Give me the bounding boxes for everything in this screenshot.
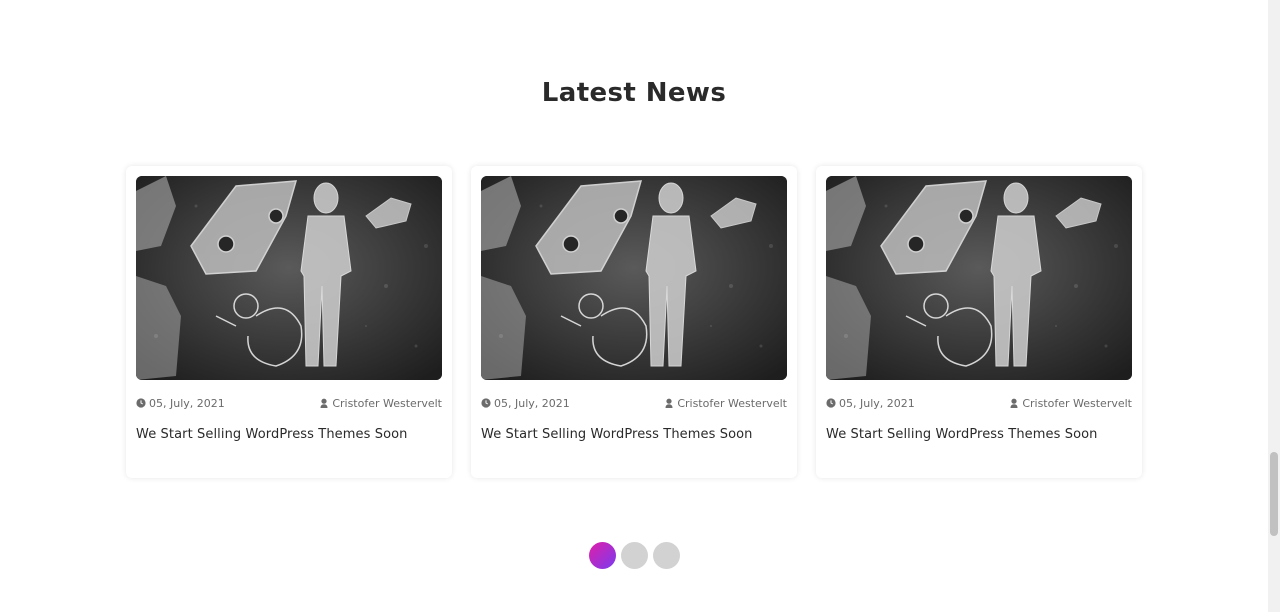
scrollbar-thumb[interactable] [1270, 452, 1278, 536]
news-card-meta: 05, July, 2021 Cristofer Westervelt [481, 396, 787, 410]
graffiti-image [826, 176, 1132, 380]
post-date-text: 05, July, 2021 [839, 396, 915, 410]
carousel-dot-3[interactable] [653, 542, 680, 569]
news-card-meta: 05, July, 2021 Cristofer Westervelt [136, 396, 442, 410]
post-date-text: 05, July, 2021 [149, 396, 225, 410]
page: Latest News 05, July, 2021 Cristofer Wes… [0, 0, 1280, 612]
news-card-title[interactable]: We Start Selling WordPress Themes Soon [826, 427, 1132, 442]
news-card[interactable]: 05, July, 2021 Cristofer Westervelt We S… [126, 166, 452, 478]
carousel-dot-2[interactable] [621, 542, 648, 569]
news-carousel: 05, July, 2021 Cristofer Westervelt We S… [126, 166, 1142, 478]
carousel-pagination [589, 542, 680, 569]
clock-icon [826, 398, 836, 408]
post-author[interactable]: Cristofer Westervelt [319, 397, 442, 410]
graffiti-image [136, 176, 442, 380]
post-author-text: Cristofer Westervelt [1022, 396, 1132, 410]
user-icon [319, 398, 329, 408]
news-card-title[interactable]: We Start Selling WordPress Themes Soon [481, 427, 787, 442]
post-author[interactable]: Cristofer Westervelt [1009, 397, 1132, 410]
news-card[interactable]: 05, July, 2021 Cristofer Westervelt We S… [471, 166, 797, 478]
post-author-text: Cristofer Westervelt [677, 396, 787, 410]
post-date-text: 05, July, 2021 [494, 396, 570, 410]
clock-icon [481, 398, 491, 408]
post-author[interactable]: Cristofer Westervelt [664, 397, 787, 410]
news-card-image[interactable] [136, 176, 442, 380]
news-card-image[interactable] [826, 176, 1132, 380]
news-card-meta: 05, July, 2021 Cristofer Westervelt [826, 396, 1132, 410]
user-icon [664, 398, 674, 408]
section-title: Latest News [541, 78, 727, 108]
news-card-image[interactable] [481, 176, 787, 380]
post-author-text: Cristofer Westervelt [332, 396, 442, 410]
news-card[interactable]: 05, July, 2021 Cristofer Westervelt We S… [816, 166, 1142, 478]
vertical-scrollbar[interactable] [1268, 0, 1280, 612]
post-date: 05, July, 2021 [136, 397, 225, 410]
post-date: 05, July, 2021 [481, 397, 570, 410]
graffiti-image [481, 176, 787, 380]
news-card-title[interactable]: We Start Selling WordPress Themes Soon [136, 427, 442, 442]
carousel-dot-1[interactable] [589, 542, 616, 569]
clock-icon [136, 398, 146, 408]
post-date: 05, July, 2021 [826, 397, 915, 410]
user-icon [1009, 398, 1019, 408]
